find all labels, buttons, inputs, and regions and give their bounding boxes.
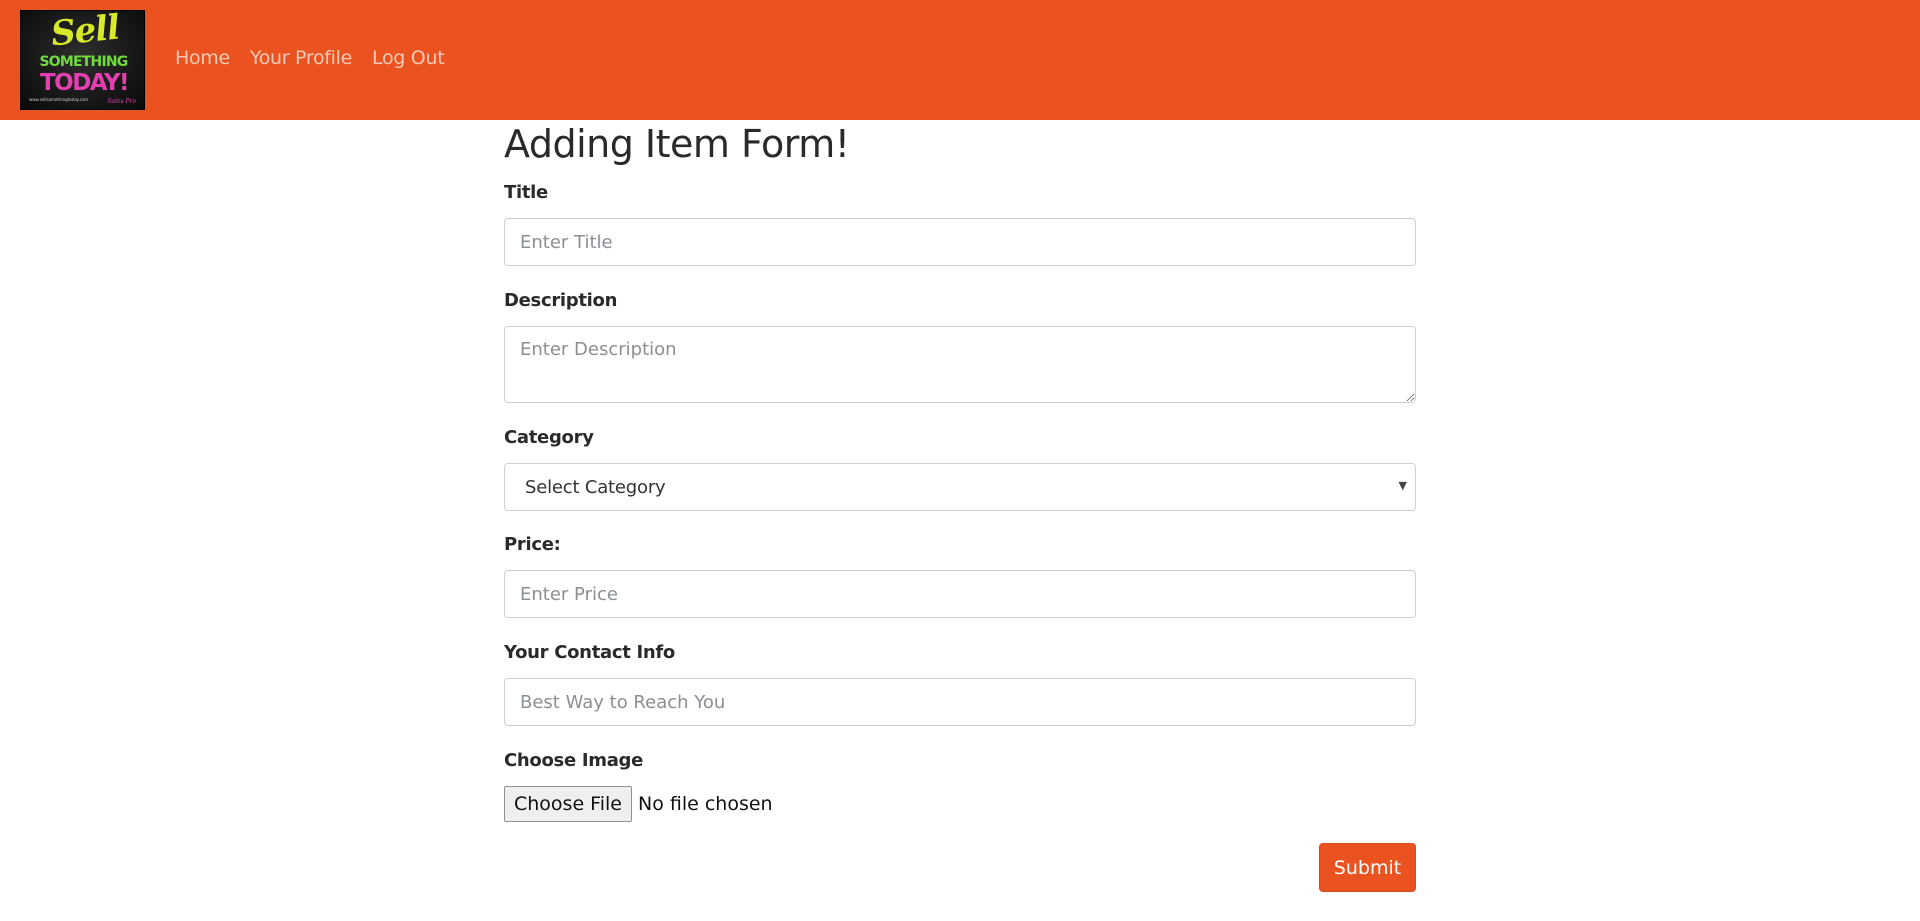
choose-file-button[interactable]: Choose File [504, 786, 632, 822]
file-status-text: No file chosen [637, 793, 773, 815]
title-label: Title [504, 182, 548, 203]
logo-text-something: SOMETHING [39, 54, 129, 70]
site-logo[interactable]: Sell SOMETHING TODAY! www.sellsomethingt… [20, 10, 145, 110]
contact-input[interactable] [504, 678, 1416, 726]
nav-links: Home Your Profile Log Out [175, 47, 445, 69]
image-label: Choose Image [504, 750, 644, 771]
price-label: Price: [504, 534, 561, 555]
logo-fine-print: www.sellsomethingtoday.com [29, 97, 89, 102]
description-textarea[interactable] [504, 326, 1416, 403]
category-label: Category [504, 427, 594, 448]
dropdown-arrow-icon: ▼ [1398, 479, 1407, 492]
page-title: Adding Item Form! [504, 122, 850, 166]
category-select-value: Select Category [525, 476, 666, 498]
navbar: Sell SOMETHING TODAY! www.sellsomethingt… [0, 0, 1920, 120]
category-select[interactable]: Select Category ▼ [504, 463, 1416, 511]
title-input[interactable] [504, 218, 1416, 266]
price-input[interactable] [504, 570, 1416, 618]
logo-text-today: TODAY! [39, 70, 130, 96]
contact-label: Your Contact Info [504, 642, 675, 663]
logo-signature: Sales Pro [107, 98, 136, 105]
nav-link-home[interactable]: Home [175, 47, 230, 69]
submit-button[interactable]: Submit [1319, 843, 1416, 892]
nav-link-your-profile[interactable]: Your Profile [250, 47, 352, 69]
description-label: Description [504, 290, 618, 311]
file-picker: Choose File No file chosen [504, 786, 773, 822]
nav-link-log-out[interactable]: Log Out [372, 47, 445, 69]
logo-text-sell: Sell [49, 10, 121, 55]
